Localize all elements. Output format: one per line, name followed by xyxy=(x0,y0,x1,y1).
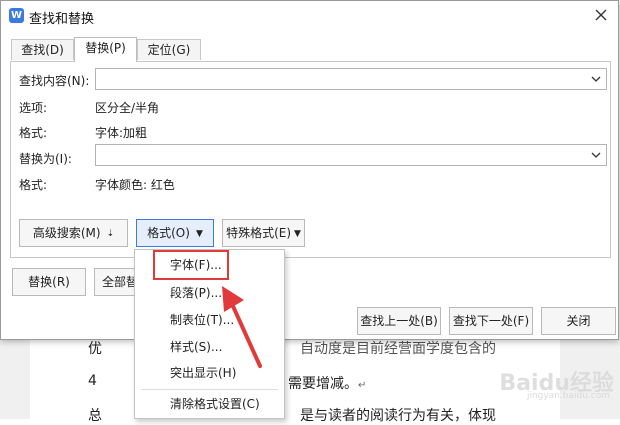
doc-line-1-start: 优 xyxy=(88,341,102,357)
doc-line-2-end: 需要增减。↵ xyxy=(288,373,366,393)
find-previous-button[interactable]: 查找上一处(B) xyxy=(357,307,441,335)
replace-panel: 查找内容(N): 选项: 区分全/半角 格式: 字体:加粗 替换为(I): 格式… xyxy=(10,61,611,258)
options-label: 选项: xyxy=(19,101,48,115)
find-format-value: 字体:加粗 xyxy=(95,126,148,140)
tab-find[interactable]: 查找(D) xyxy=(11,39,74,60)
menu-divider xyxy=(141,389,278,390)
menu-item-clear-format[interactable]: 清除格式设置(C) xyxy=(135,391,284,417)
format-button-label: 格式(O) xyxy=(147,226,190,240)
doc-line-2-start: 4 xyxy=(88,373,97,389)
find-replace-dialog: W 查找和替换 查找(D) 替换(P) 定位(G) 查找内容(N): 选项: 区… xyxy=(0,0,619,340)
close-button[interactable]: 关闭 xyxy=(541,307,616,335)
baidu-watermark: Baidu经验 jingyan.baidu.com xyxy=(499,365,614,401)
replace-format-label: 格式: xyxy=(19,178,48,192)
tab-goto[interactable]: 定位(G) xyxy=(137,39,201,60)
wps-writer-icon: W xyxy=(9,8,24,23)
advanced-search-button[interactable]: 高级搜索(M) ⇣ xyxy=(19,219,128,247)
doc-line-3-end: 是与读者的阅读行为有关，体现 xyxy=(300,408,496,424)
chevron-down-icon[interactable] xyxy=(590,72,602,86)
paragraph-mark: ↵ xyxy=(358,380,367,391)
find-input[interactable] xyxy=(95,68,607,90)
replace-button[interactable]: 替换(R) xyxy=(12,268,86,296)
annotation-arrow-icon xyxy=(222,286,262,368)
watermark-subtext: jingyan.baidu.com xyxy=(526,391,610,401)
find-next-button[interactable]: 查找下一处(F) xyxy=(449,307,533,335)
format-button[interactable]: 格式(O) ▼ xyxy=(136,219,214,247)
dialog-title: 查找和替换 xyxy=(29,12,95,27)
doc-line-1-end: 自动度是目前经营面学度包含的 xyxy=(300,341,496,357)
annotation-highlight-box xyxy=(153,250,229,280)
chevron-down-icon: ▼ xyxy=(294,228,301,239)
special-format-label: 特殊格式(E) xyxy=(226,226,292,240)
chevron-down-icon: ▼ xyxy=(195,228,203,239)
replace-format-value: 字体颜色: 红色 xyxy=(95,178,175,192)
replace-label: 替换为(I): xyxy=(19,152,72,166)
options-value: 区分全/半角 xyxy=(95,101,160,115)
find-label: 查找内容(N): xyxy=(19,74,90,88)
doc-line-2-text: 需要增减。 xyxy=(288,376,358,392)
replace-input[interactable] xyxy=(95,144,607,166)
doc-line-3-start: 总 xyxy=(88,408,102,424)
special-format-button[interactable]: 特殊格式(E) ▼ xyxy=(222,219,305,247)
close-icon[interactable] xyxy=(590,4,612,26)
double-chevron-icon: ⇣ xyxy=(106,228,115,239)
advanced-search-label: 高级搜索(M) xyxy=(32,226,101,240)
dialog-titlebar: W 查找和替换 xyxy=(1,1,618,31)
find-format-label: 格式: xyxy=(19,126,48,140)
chevron-down-icon[interactable] xyxy=(590,148,602,162)
tab-replace[interactable]: 替换(P) xyxy=(74,37,137,62)
